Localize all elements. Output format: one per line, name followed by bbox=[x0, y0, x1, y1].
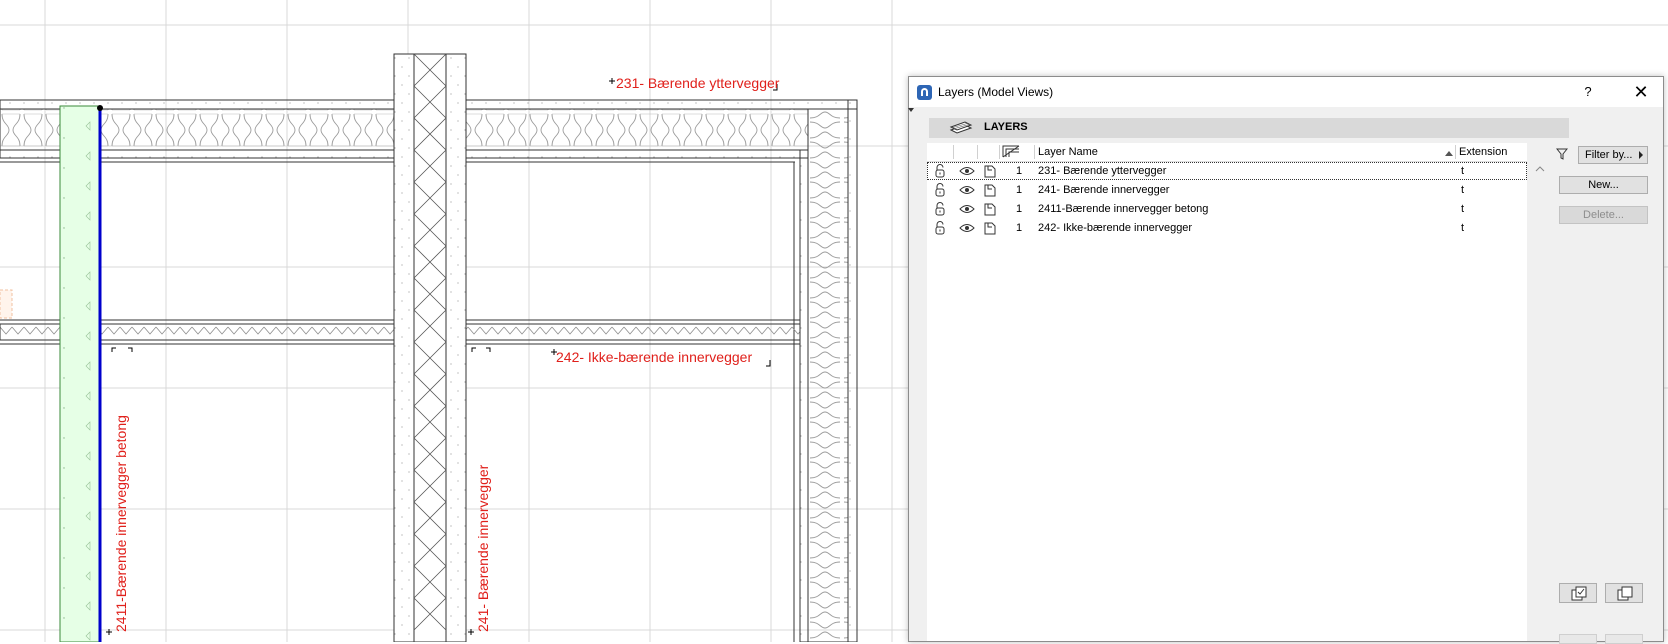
row-layer-name[interactable]: 242- Ikke-bærende innervegger bbox=[1038, 222, 1192, 234]
eye-icon[interactable] bbox=[959, 204, 975, 214]
selection-marker[interactable] bbox=[0, 289, 13, 319]
filter-icon bbox=[1556, 148, 1568, 160]
dialog-title: Layers (Model Views) bbox=[938, 85, 1054, 99]
collapse-arrow-icon[interactable] bbox=[908, 108, 914, 112]
table-row[interactable]: 1 241- Bærende innervegger t bbox=[927, 181, 1527, 199]
dialog-titlebar[interactable]: Layers (Model Views) ? ✕ bbox=[909, 77, 1663, 107]
delete-layer-button[interactable]: Delete... bbox=[1559, 206, 1648, 224]
row-layer-name[interactable]: 241- Bærende innervegger bbox=[1038, 184, 1169, 196]
scroll-up-icon[interactable] bbox=[1535, 165, 1545, 173]
file-icon[interactable] bbox=[983, 221, 997, 235]
copy-layer-button[interactable] bbox=[1559, 583, 1597, 603]
table-row[interactable]: 1 231- Bærende yttervegger t bbox=[927, 162, 1527, 180]
sort-arrow-icon bbox=[1445, 151, 1453, 156]
label-2411-betong[interactable]: 2411-Bærende innervegger betong bbox=[113, 415, 129, 632]
eye-icon[interactable] bbox=[959, 223, 975, 233]
concrete-wall-2411[interactable] bbox=[59, 105, 103, 642]
lock-icon[interactable] bbox=[933, 183, 947, 197]
disabled-action-button[interactable] bbox=[1605, 634, 1643, 644]
help-button[interactable]: ? bbox=[1573, 81, 1603, 103]
layer-table[interactable]: Layer Name Extension 1 231- Bærende ytte… bbox=[927, 143, 1527, 641]
copy-layer-icon bbox=[1571, 586, 1587, 601]
row-number: 1 bbox=[1015, 222, 1023, 234]
row-extension[interactable]: t bbox=[1461, 184, 1464, 196]
label-241-innervegger[interactable]: 241- Bærende innervegger bbox=[475, 465, 491, 632]
row-number: 1 bbox=[1015, 203, 1023, 215]
archicad-app-icon bbox=[917, 85, 932, 100]
lock-icon[interactable] bbox=[933, 221, 947, 235]
table-row[interactable]: 1 2411-Bærende innervegger betong t bbox=[927, 200, 1527, 218]
eye-icon[interactable] bbox=[959, 166, 975, 176]
layers-section-header[interactable]: LAYERS bbox=[929, 118, 1569, 138]
file-icon[interactable] bbox=[983, 164, 997, 178]
row-layer-name[interactable]: 231- Bærende yttervegger bbox=[1038, 165, 1166, 177]
column-wall-241[interactable] bbox=[393, 53, 467, 642]
lock-icon[interactable] bbox=[933, 202, 947, 216]
row-extension[interactable]: t bbox=[1461, 203, 1464, 215]
row-extension[interactable]: t bbox=[1461, 165, 1464, 177]
table-row[interactable]: 1 242- Ikke-bærende innervegger t bbox=[927, 219, 1527, 237]
row-number: 1 bbox=[1015, 184, 1023, 196]
duplicate-icon bbox=[1617, 586, 1633, 601]
close-button[interactable]: ✕ bbox=[1625, 79, 1657, 105]
row-layer-name[interactable]: 2411-Bærende innervegger betong bbox=[1038, 203, 1208, 215]
column-icon-header[interactable] bbox=[1002, 145, 1020, 158]
file-icon[interactable] bbox=[983, 202, 997, 216]
file-icon[interactable] bbox=[983, 183, 997, 197]
layers-icon bbox=[949, 121, 973, 134]
column-header-extension[interactable]: Extension bbox=[1459, 146, 1507, 158]
row-number: 1 bbox=[1015, 165, 1023, 177]
section-title: LAYERS bbox=[984, 121, 1028, 133]
disabled-action-button[interactable] bbox=[1559, 634, 1597, 644]
duplicate-button[interactable] bbox=[1605, 583, 1643, 603]
filter-by-button[interactable]: Filter by... bbox=[1578, 146, 1648, 164]
layers-dialog[interactable]: Layers (Model Views) ? ✕ LAYERS Layer Na… bbox=[908, 76, 1664, 644]
lock-icon[interactable] bbox=[933, 164, 947, 178]
table-header: Layer Name Extension bbox=[927, 143, 1527, 162]
eye-icon[interactable] bbox=[959, 185, 975, 195]
column-header-layer-name[interactable]: Layer Name bbox=[1038, 146, 1098, 158]
label-242-ikke-baerende[interactable]: 242- Ikke-bærende innervegger bbox=[556, 349, 752, 365]
row-extension[interactable]: t bbox=[1461, 222, 1464, 234]
label-231-yttervegger[interactable]: 231- Bærende yttervegger bbox=[616, 75, 779, 91]
new-layer-button[interactable]: New... bbox=[1559, 176, 1648, 194]
